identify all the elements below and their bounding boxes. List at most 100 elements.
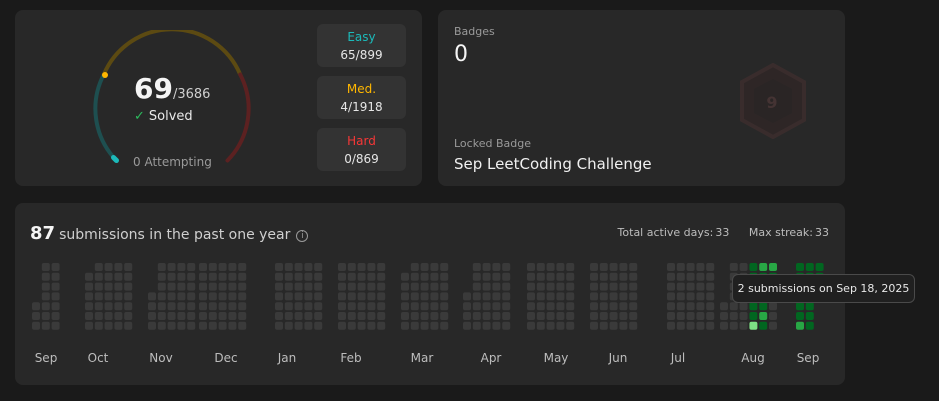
locked-badge-icon[interactable]: 9 <box>738 63 808 139</box>
heatmap-day-cell[interactable] <box>527 321 535 330</box>
heatmap-day-cell[interactable] <box>304 272 313 281</box>
heatmap-day-cell[interactable] <box>275 302 283 311</box>
heatmap-day-cell[interactable] <box>377 263 386 271</box>
heatmap-day-cell[interactable] <box>536 312 545 320</box>
heatmap-day-cell[interactable] <box>51 282 60 291</box>
heatmap-day-cell[interactable] <box>124 292 133 301</box>
heatmap-day-cell[interactable] <box>502 263 511 271</box>
heatmap-day-cell[interactable] <box>629 302 638 311</box>
heatmap-day-cell[interactable] <box>696 263 705 271</box>
heatmap-day-cell[interactable] <box>430 321 439 330</box>
heatmap-day-cell[interactable] <box>275 282 283 291</box>
heatmap-day-cell[interactable] <box>104 263 113 271</box>
heatmap-day-cell[interactable] <box>619 312 628 320</box>
heatmap-day-cell[interactable] <box>85 272 93 281</box>
heatmap-day-cell[interactable] <box>410 312 419 320</box>
heatmap-day-cell[interactable] <box>94 272 103 281</box>
heatmap-day-cell[interactable] <box>619 263 628 271</box>
heatmap-day-cell[interactable] <box>482 292 491 301</box>
heatmap-day-cell[interactable] <box>706 312 715 320</box>
heatmap-day-cell[interactable] <box>157 302 166 311</box>
heatmap-day-cell[interactable] <box>124 321 133 330</box>
heatmap-day-cell[interactable] <box>472 282 481 291</box>
heatmap-day-cell[interactable] <box>124 282 133 291</box>
heatmap-day-cell[interactable] <box>275 263 283 271</box>
heatmap-day-cell[interactable] <box>32 302 40 311</box>
heatmap-day-cell[interactable] <box>167 312 176 320</box>
heatmap-day-cell[interactable] <box>805 263 814 271</box>
heatmap-day-cell[interactable] <box>805 312 814 320</box>
heatmap-day-cell[interactable] <box>706 282 715 291</box>
heatmap-day-cell[interactable] <box>796 321 804 330</box>
heatmap-day-cell[interactable] <box>536 282 545 291</box>
heatmap-day-cell[interactable] <box>676 302 685 311</box>
heatmap-day-cell[interactable] <box>401 282 409 291</box>
heatmap-day-cell[interactable] <box>729 321 738 330</box>
heatmap-day-cell[interactable] <box>238 282 247 291</box>
heatmap-day-cell[interactable] <box>51 312 60 320</box>
heatmap-day-cell[interactable] <box>590 302 598 311</box>
heatmap-day-cell[interactable] <box>94 312 103 320</box>
heatmap-day-cell[interactable] <box>463 321 471 330</box>
heatmap-day-cell[interactable] <box>177 282 186 291</box>
heatmap-day-cell[interactable] <box>629 282 638 291</box>
heatmap-day-cell[interactable] <box>599 272 608 281</box>
heatmap-day-cell[interactable] <box>420 302 429 311</box>
heatmap-day-cell[interactable] <box>314 321 323 330</box>
heatmap-day-cell[interactable] <box>619 292 628 301</box>
heatmap-day-cell[interactable] <box>482 312 491 320</box>
heatmap-day-cell[interactable] <box>41 321 50 330</box>
heatmap-day-cell[interactable] <box>729 312 738 320</box>
heatmap-day-cell[interactable] <box>815 263 824 271</box>
heatmap-day-cell[interactable] <box>527 282 535 291</box>
heatmap-day-cell[interactable] <box>357 312 366 320</box>
heatmap-day-cell[interactable] <box>440 263 449 271</box>
heatmap-day-cell[interactable] <box>599 321 608 330</box>
heatmap-day-cell[interactable] <box>609 302 618 311</box>
heatmap-day-cell[interactable] <box>619 302 628 311</box>
heatmap-day-cell[interactable] <box>805 302 814 311</box>
heatmap-day-cell[interactable] <box>686 302 695 311</box>
heatmap-day-cell[interactable] <box>85 302 93 311</box>
heatmap-day-cell[interactable] <box>609 263 618 271</box>
heatmap-day-cell[interactable] <box>294 302 303 311</box>
heatmap-day-cell[interactable] <box>609 282 618 291</box>
heatmap-day-cell[interactable] <box>367 292 376 301</box>
heatmap-day-cell[interactable] <box>167 321 176 330</box>
heatmap-day-cell[interactable] <box>667 282 675 291</box>
heatmap-day-cell[interactable] <box>599 263 608 271</box>
heatmap-day-cell[interactable] <box>420 321 429 330</box>
heatmap-day-cell[interactable] <box>686 282 695 291</box>
heatmap-day-cell[interactable] <box>314 272 323 281</box>
heatmap-day-cell[interactable] <box>199 263 207 271</box>
heatmap-day-cell[interactable] <box>686 292 695 301</box>
heatmap-day-cell[interactable] <box>696 272 705 281</box>
heatmap-day-cell[interactable] <box>199 321 207 330</box>
heatmap-day-cell[interactable] <box>527 312 535 320</box>
heatmap-day-cell[interactable] <box>527 292 535 301</box>
heatmap-day-cell[interactable] <box>357 292 366 301</box>
heatmap-day-cell[interactable] <box>275 272 283 281</box>
heatmap-day-cell[interactable] <box>85 321 93 330</box>
heatmap-day-cell[interactable] <box>609 272 618 281</box>
heatmap-day-cell[interactable] <box>148 292 156 301</box>
heatmap-day-cell[interactable] <box>609 321 618 330</box>
heatmap-day-cell[interactable] <box>706 272 715 281</box>
heatmap-day-cell[interactable] <box>187 302 196 311</box>
heatmap-day-cell[interactable] <box>104 292 113 301</box>
heatmap-day-cell[interactable] <box>676 263 685 271</box>
heatmap-day-cell[interactable] <box>667 292 675 301</box>
heatmap-day-cell[interactable] <box>472 263 481 271</box>
heatmap-day-cell[interactable] <box>739 321 748 330</box>
heatmap-day-cell[interactable] <box>463 312 471 320</box>
heatmap-day-cell[interactable] <box>590 272 598 281</box>
heatmap-day-cell[interactable] <box>294 263 303 271</box>
heatmap-day-cell[interactable] <box>104 321 113 330</box>
heatmap-day-cell[interactable] <box>177 272 186 281</box>
heatmap-day-cell[interactable] <box>284 321 293 330</box>
heatmap-day-cell[interactable] <box>167 282 176 291</box>
heatmap-day-cell[interactable] <box>104 272 113 281</box>
heatmap-day-cell[interactable] <box>208 282 217 291</box>
heatmap-day-cell[interactable] <box>294 321 303 330</box>
heatmap-day-cell[interactable] <box>357 302 366 311</box>
